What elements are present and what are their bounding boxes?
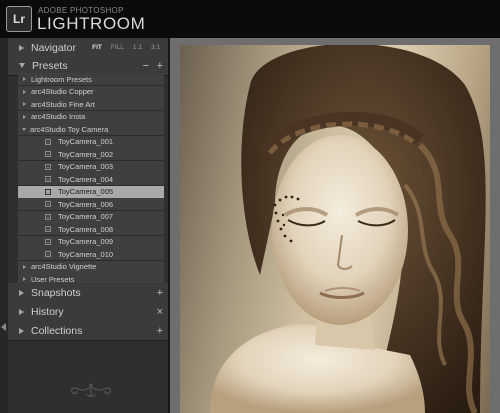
zoom-3-1[interactable]: 3:1: [151, 44, 160, 51]
preset-icon: [45, 213, 51, 220]
preset-label: ToyCamera_009: [58, 237, 114, 246]
expand-triangle-icon[interactable]: [23, 264, 26, 269]
preset-icon: [45, 238, 51, 245]
preset-folder-toy-camera[interactable]: arc4Studio Toy Camera: [18, 123, 164, 136]
preset-label: ToyCamera_004: [58, 174, 114, 184]
navigator-zoom-options: FIT FILL 1:1 3:1: [92, 38, 160, 57]
expand-triangle-icon[interactable]: [23, 114, 26, 119]
folder-label: arc4Studio Vignette: [31, 262, 97, 271]
preset-label: ToyCamera_001: [58, 137, 114, 146]
navigator-header[interactable]: Navigator FIT FILL 1:1 3:1: [8, 38, 168, 58]
collapse-triangle-icon[interactable]: [19, 63, 25, 68]
preset-label: ToyCamera_003: [58, 162, 114, 171]
preset-folder-lightroom[interactable]: Lightroom Presets: [18, 73, 164, 86]
expand-triangle-icon[interactable]: [23, 77, 26, 81]
preset-icon: [45, 251, 51, 257]
history-header[interactable]: History ×: [8, 302, 168, 322]
preset-label: ToyCamera_008: [58, 224, 114, 234]
expand-triangle-icon[interactable]: [19, 308, 24, 315]
preset-icon: [45, 201, 51, 207]
expand-triangle-icon[interactable]: [19, 44, 24, 51]
preset-label: ToyCamera_006: [58, 199, 114, 209]
preset-icon: [45, 188, 51, 195]
folder-label: arc4Studio Copper: [31, 87, 94, 96]
preset-item[interactable]: ToyCamera_009: [18, 235, 164, 249]
left-panel-toggle-icon[interactable]: [1, 323, 6, 331]
preset-item[interactable]: ToyCamera_008: [18, 223, 164, 236]
preset-icon: [45, 151, 51, 157]
preset-item[interactable]: ToyCamera_001: [18, 135, 164, 149]
folder-label: Lightroom Presets: [31, 74, 92, 84]
expand-triangle-icon[interactable]: [23, 102, 26, 106]
preset-icon: [45, 226, 51, 232]
photo-preview: [180, 45, 490, 413]
preset-icon: [45, 163, 51, 170]
title-bar: Lr ADOBE PHOTOSHOP LIGHTROOM: [0, 0, 500, 38]
expand-triangle-icon[interactable]: [23, 89, 26, 94]
left-panel: Navigator FIT FILL 1:1 3:1 Presets − + L…: [8, 38, 168, 413]
expand-triangle-icon[interactable]: [19, 289, 24, 296]
presets-title: Presets: [32, 59, 68, 72]
navigator-title: Navigator: [31, 41, 76, 54]
preset-icon: [45, 138, 51, 145]
expand-triangle-icon[interactable]: [23, 277, 26, 281]
snapshots-header[interactable]: Snapshots +: [8, 283, 168, 303]
preset-label: ToyCamera_010: [58, 249, 114, 259]
zoom-1-1[interactable]: 1:1: [133, 44, 142, 51]
preset-item[interactable]: ToyCamera_004: [18, 173, 164, 186]
ornament-icon: [70, 383, 112, 397]
left-panel-edge[interactable]: [0, 38, 8, 413]
folder-label: arc4Studio Insta: [31, 112, 86, 121]
add-snapshot-button[interactable]: +: [157, 283, 163, 302]
history-title: History: [31, 305, 64, 318]
collections-header[interactable]: Collections +: [8, 321, 168, 341]
preset-item[interactable]: ToyCamera_007: [18, 210, 164, 224]
collapse-triangle-icon[interactable]: [22, 127, 26, 131]
preset-label: ToyCamera_005: [58, 187, 114, 196]
preset-folder-fine-art[interactable]: arc4Studio Fine Art: [18, 98, 164, 111]
preset-folder-insta[interactable]: arc4Studio Insta: [18, 110, 164, 124]
preset-item[interactable]: ToyCamera_006: [18, 198, 164, 211]
lightroom-logo-icon: Lr: [6, 6, 32, 32]
expand-triangle-icon[interactable]: [19, 327, 24, 334]
preset-item-selected[interactable]: ToyCamera_005: [18, 185, 164, 199]
preset-item[interactable]: ToyCamera_003: [18, 160, 164, 174]
preset-icon: [45, 176, 51, 182]
zoom-fill[interactable]: FILL: [111, 44, 124, 51]
brand-title: LIGHTROOM: [37, 14, 146, 33]
snapshots-title: Snapshots: [31, 286, 81, 299]
preset-folder-vignette[interactable]: arc4Studio Vignette: [18, 260, 164, 274]
zoom-fit[interactable]: FIT: [92, 44, 102, 51]
preset-label: ToyCamera_002: [58, 149, 114, 159]
clear-history-button[interactable]: ×: [157, 302, 163, 321]
preset-folder-copper[interactable]: arc4Studio Copper: [18, 85, 164, 99]
preset-label: ToyCamera_007: [58, 212, 114, 221]
portrait-image: [210, 45, 486, 413]
add-collection-button[interactable]: +: [157, 321, 163, 340]
collections-title: Collections: [31, 324, 83, 337]
preset-item[interactable]: ToyCamera_002: [18, 148, 164, 161]
folder-label: arc4Studio Toy Camera: [30, 124, 109, 134]
folder-label: arc4Studio Fine Art: [31, 99, 95, 109]
preset-item[interactable]: ToyCamera_010: [18, 248, 164, 261]
